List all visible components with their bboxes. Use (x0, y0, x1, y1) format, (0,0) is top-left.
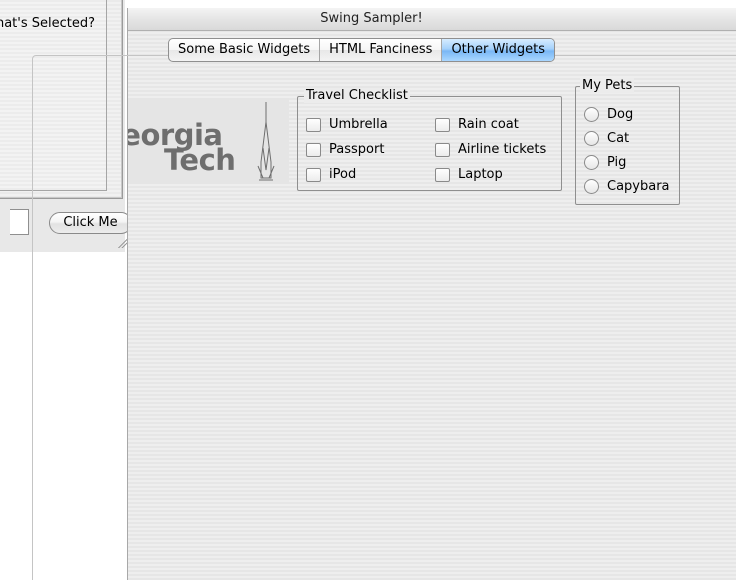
checkbox-label: Rain coat (458, 117, 519, 132)
checkbox-ipod[interactable]: iPod (306, 167, 356, 182)
checkbox-laptop[interactable]: Laptop (435, 167, 503, 182)
radio-cat[interactable]: Cat (584, 131, 629, 146)
text-field[interactable] (10, 209, 29, 235)
checkbox-icon[interactable] (435, 167, 450, 182)
tab-some-basic-widgets[interactable]: Some Basic Widgets (169, 39, 321, 61)
travel-checklist-title: Travel Checklist (304, 88, 410, 103)
title-bar[interactable]: Swing Sampler! (128, 8, 736, 31)
checkbox-umbrella[interactable]: Umbrella (306, 117, 388, 132)
my-pets-title: My Pets (580, 78, 635, 93)
tech-tower-icon (257, 102, 275, 181)
checkbox-icon[interactable] (306, 117, 321, 132)
radio-dog[interactable]: Dog (584, 107, 633, 122)
tab-html-fanciness[interactable]: HTML Fanciness (320, 39, 443, 61)
radio-button-icon[interactable] (584, 179, 599, 194)
swing-sampler-window: Swing Sampler! Some Basic Widgets HTML F… (32, 8, 736, 580)
checkbox-label: Umbrella (329, 117, 388, 132)
tab-bar: Some Basic Widgets HTML Fanciness Other … (168, 38, 556, 62)
radio-button-icon[interactable] (584, 155, 599, 170)
checkbox-passport[interactable]: Passport (306, 142, 384, 157)
checkbox-icon[interactable] (435, 117, 450, 132)
checkbox-label: Airline tickets (458, 142, 547, 157)
radio-pig[interactable]: Pig (584, 155, 626, 170)
checkbox-icon[interactable] (306, 142, 321, 157)
my-pets-group: My Pets Dog Cat Pig Capybara (575, 78, 680, 205)
checkbox-airline-tickets[interactable]: Airline tickets (435, 142, 546, 157)
checkbox-icon[interactable] (435, 142, 450, 157)
radio-button-icon[interactable] (584, 107, 599, 122)
travel-checklist-group: Travel Checklist Umbrella Passport iPod … (297, 88, 562, 191)
selection-heading: What's Selected? (0, 16, 95, 31)
radio-label: Capybara (607, 179, 670, 194)
checkbox-label: Laptop (458, 167, 503, 182)
radio-capybara[interactable]: Capybara (584, 179, 670, 194)
logo-line-2: Tech (164, 143, 236, 177)
radio-label: Pig (607, 155, 627, 170)
checkbox-icon[interactable] (306, 167, 321, 182)
window-title: Swing Sampler! (320, 11, 423, 26)
radio-label: Dog (607, 107, 634, 122)
radio-button-icon[interactable] (584, 131, 599, 146)
checkbox-label: iPod (329, 167, 357, 182)
checkbox-rain-coat[interactable]: Rain coat (435, 117, 519, 132)
desktop: What's Selected? Click Me Swing Sampler!… (0, 0, 736, 580)
checkbox-label: Passport (329, 142, 385, 157)
radio-label: Cat (607, 131, 630, 146)
tab-other-widgets[interactable]: Other Widgets (442, 39, 555, 61)
georgia-tech-logo: Georgia Tech (128, 98, 289, 184)
